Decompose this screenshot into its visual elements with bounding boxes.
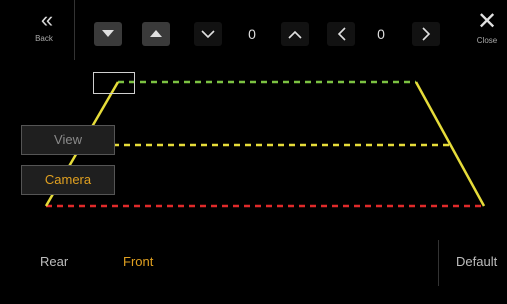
bottom-divider	[438, 240, 439, 286]
triangle-down-icon	[102, 30, 114, 37]
chevron-right-icon	[421, 27, 430, 41]
filled-up-button[interactable]	[142, 22, 170, 46]
move-up-button[interactable]	[281, 22, 309, 46]
filled-down-button[interactable]	[94, 22, 122, 46]
chevron-left-icon	[337, 27, 346, 41]
back-icon: «	[40, 7, 53, 32]
default-button[interactable]: Default	[456, 254, 497, 269]
top-bar: « Back 0 0 ✕ Close	[0, 0, 507, 60]
move-down-button[interactable]	[194, 22, 222, 46]
triangle-up-icon	[150, 30, 162, 37]
back-label: Back	[35, 34, 53, 43]
close-button[interactable]: ✕ Close	[470, 10, 504, 56]
view-button[interactable]: View	[21, 125, 115, 155]
chevron-up-icon	[288, 30, 302, 39]
top-divider	[74, 0, 75, 60]
adjust-point-handle[interactable]	[93, 72, 135, 94]
tab-rear[interactable]: Rear	[40, 254, 68, 269]
camera-button[interactable]: Camera	[21, 165, 115, 195]
chevron-down-icon	[201, 29, 215, 38]
tab-front[interactable]: Front	[123, 254, 153, 269]
vertical-value: 0	[248, 26, 256, 42]
horizontal-value: 0	[377, 26, 385, 42]
camera-guide-screen: « Back 0 0 ✕ Close View Camera Rear Fron…	[0, 0, 507, 304]
back-button[interactable]: « Back	[18, 8, 70, 66]
move-left-button[interactable]	[327, 22, 355, 46]
move-right-button[interactable]	[412, 22, 440, 46]
bottom-bar: Rear Front Default	[0, 240, 507, 286]
close-icon: ✕	[476, 8, 498, 35]
close-label: Close	[476, 36, 498, 45]
